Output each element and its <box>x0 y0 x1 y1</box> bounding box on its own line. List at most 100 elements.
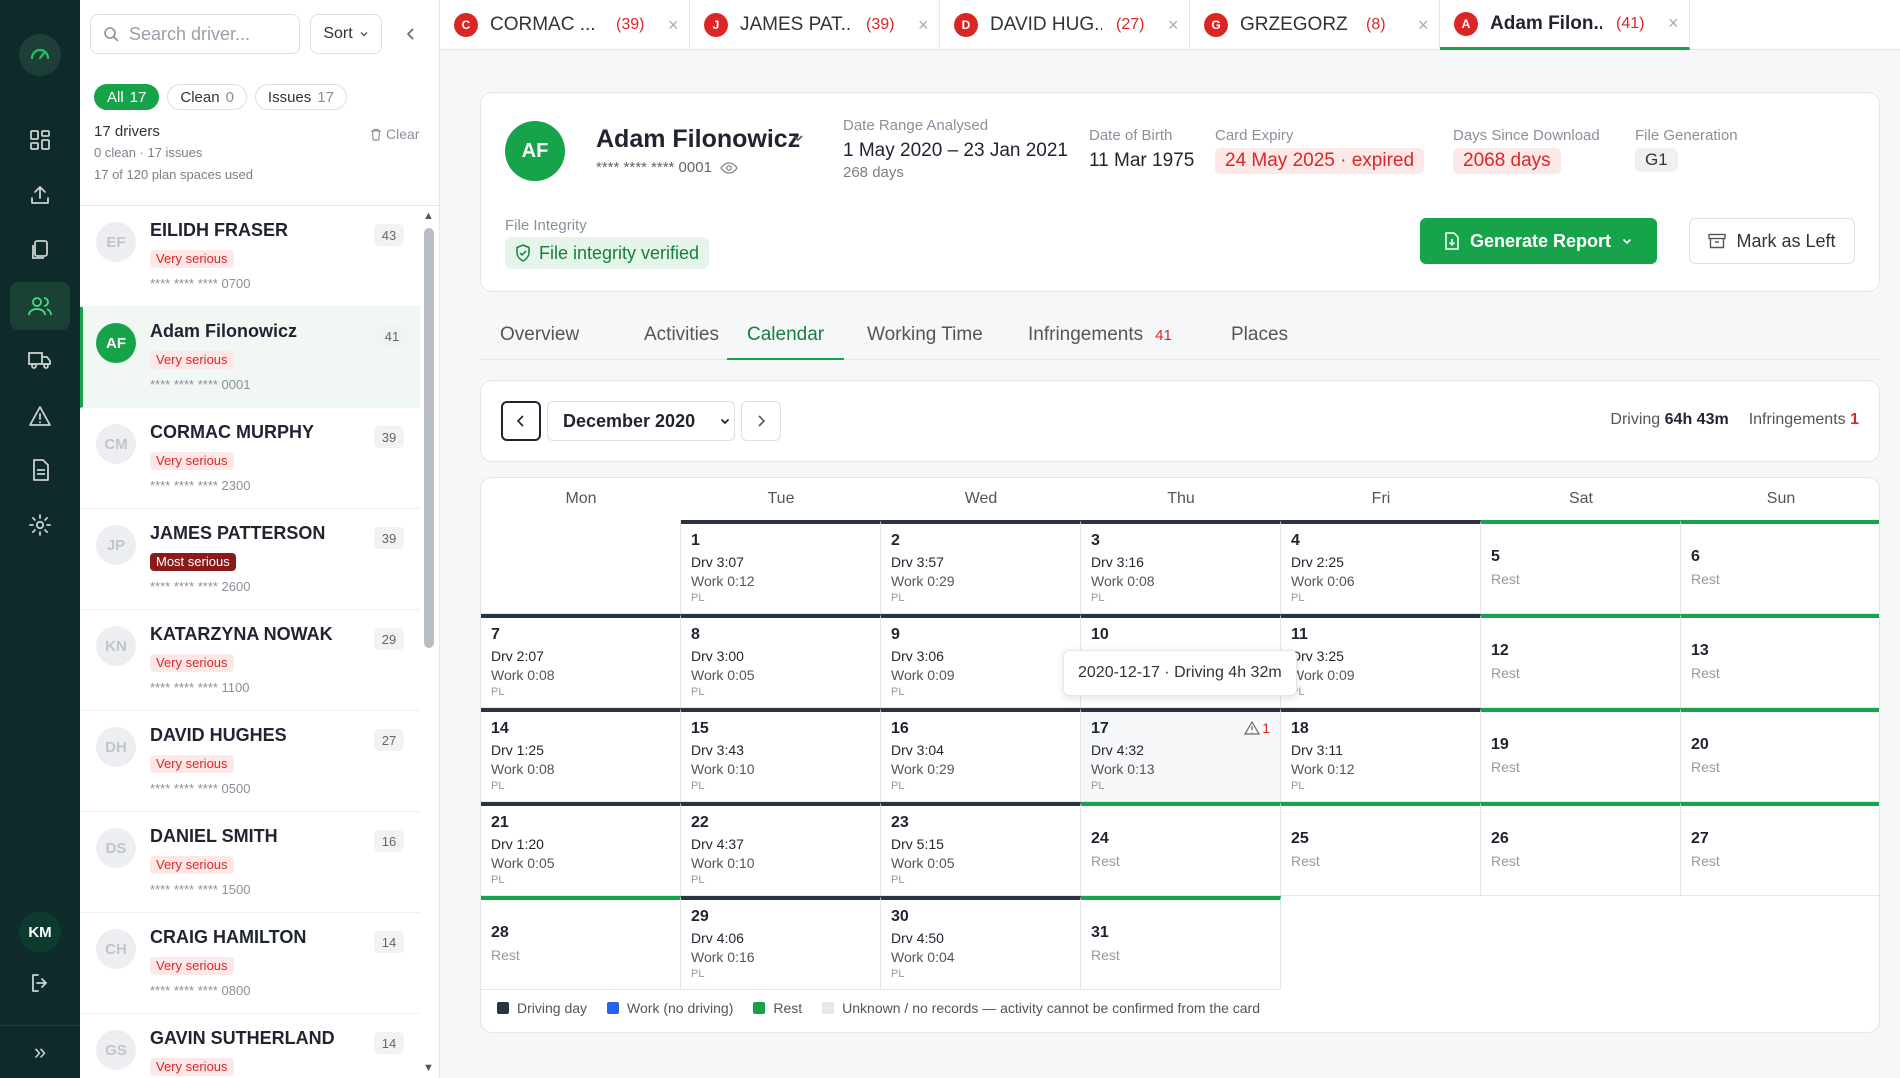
calendar-day-cell[interactable]: 30 Drv 4:50 Work 0:04 PL <box>881 896 1081 990</box>
driver-list-item[interactable]: KN KATARZYNA NOWAK Very serious **** **** *… <box>80 610 420 711</box>
calendar-day-cell[interactable]: 13 Rest <box>1681 614 1879 708</box>
driver-tab[interactable]: J JAMES PAT... (39) × <box>690 0 940 50</box>
driver-tab[interactable]: A Adam Filon... (41) × <box>1440 0 1690 50</box>
sort-button[interactable]: Sort <box>310 14 382 54</box>
calendar-day-cell[interactable]: 28 Rest <box>481 896 681 990</box>
calendar-day-cell[interactable]: 25 Rest <box>1281 802 1481 896</box>
date-range-field: Date Range Analysed 1 May 2020 – 23 Jan … <box>843 117 1068 181</box>
calendar-day-cell[interactable]: 16 Drv 3:04 Work 0:29 PL <box>881 708 1081 802</box>
search-input[interactable] <box>129 23 289 45</box>
logout-button[interactable] <box>10 959 70 1007</box>
nav-dashboard[interactable] <box>10 116 70 164</box>
calendar-day-cell[interactable]: 11 Drv 3:25 Work 0:09 PL <box>1281 614 1481 708</box>
calendar-day-cell[interactable]: 12 Rest <box>1481 614 1681 708</box>
legend-item: Driving day <box>497 1000 587 1016</box>
calendar-day-cell[interactable]: 20 Rest <box>1681 708 1879 802</box>
driver-tab[interactable]: C CORMAC ... (39) × <box>440 0 690 50</box>
nav-files[interactable] <box>10 226 70 274</box>
close-tab-icon[interactable]: × <box>1668 13 1679 34</box>
mark-as-left-button[interactable]: Mark as Left <box>1689 218 1855 264</box>
calendar-day-cell[interactable]: 24 Rest <box>1081 802 1281 896</box>
generate-report-button[interactable]: Generate Report <box>1420 218 1657 264</box>
driver-name[interactable]: Adam Filonowicz <box>596 125 800 154</box>
tab-activities[interactable]: Activities <box>624 324 739 360</box>
driver-list-item[interactable]: CH CRAIG HAMILTON Very serious **** **** **… <box>80 913 420 1014</box>
driver-list-item[interactable]: JP JAMES PATTERSON Most serious **** **** *… <box>80 509 420 610</box>
driver-list-item[interactable]: AF Adam Filonowicz Very serious **** **** *… <box>80 307 420 408</box>
calendar-day-cell[interactable]: 26 Rest <box>1481 802 1681 896</box>
driver-tab[interactable]: G GRZEGORZ ... (8) × <box>1190 0 1440 50</box>
next-month-button[interactable] <box>741 401 781 441</box>
scroll-up-arrow-icon[interactable]: ▲ <box>423 210 434 222</box>
eye-icon[interactable] <box>720 161 738 175</box>
nav-drivers[interactable] <box>10 282 70 330</box>
tab-infringements[interactable]: Infringements 41 <box>1008 324 1192 360</box>
infringement-indicator[interactable]: 1 <box>1244 720 1270 736</box>
calendar-day-cell[interactable]: 18 Drv 3:11 Work 0:12 PL <box>1281 708 1481 802</box>
driver-list-item[interactable]: EF EILIDH FRASER Very serious **** **** ***… <box>80 206 420 307</box>
country-code: PL <box>1091 592 1105 604</box>
close-tab-icon[interactable]: × <box>668 15 679 36</box>
tab-places[interactable]: Places <box>1211 324 1308 360</box>
calendar-day-cell[interactable]: 4 Drv 2:25 Work 0:06 PL <box>1281 520 1481 614</box>
tab-working-time[interactable]: Working Time <box>847 324 1003 360</box>
nav-upload[interactable] <box>10 171 70 219</box>
filter-issues[interactable]: Issues 17 <box>254 84 347 110</box>
app-logo[interactable] <box>19 34 61 76</box>
plan-usage: 17 of 120 plan spaces used <box>94 167 254 182</box>
close-tab-icon[interactable]: × <box>1168 15 1179 36</box>
driver-tab-count: (8) <box>1366 16 1386 33</box>
month-calendar: Mon Tue Wed Thu Fri Sat Sun 1 Drv 3:07 Work 0:12 P… <box>480 477 1880 1033</box>
calendar-day-cell[interactable]: 2 Drv 3:57 Work 0:29 PL <box>881 520 1081 614</box>
calendar-day-cell[interactable]: 19 Rest <box>1481 708 1681 802</box>
clear-button[interactable]: Clear <box>370 126 419 142</box>
expand-rail-button[interactable]: » <box>10 1028 70 1076</box>
driver-list-item[interactable]: DS DANIEL SMITH Very serious **** **** ****… <box>80 812 420 913</box>
files-icon <box>32 240 48 259</box>
stat-label: Driving <box>1610 411 1661 428</box>
driver-switch-button[interactable] <box>791 131 805 150</box>
month-select[interactable]: December 2020 <box>547 401 735 441</box>
nav-settings[interactable] <box>10 501 70 549</box>
calendar-day-cell[interactable]: 22 Drv 4:37 Work 0:10 PL <box>681 802 881 896</box>
filter-all[interactable]: All 17 <box>94 84 160 110</box>
driver-tab[interactable]: D DAVID HUG... (27) × <box>940 0 1190 50</box>
calendar-day-cell[interactable]: 5 Rest <box>1481 520 1681 614</box>
nav-vehicles[interactable] <box>10 336 70 384</box>
calendar-day-cell[interactable]: 23 Drv 5:15 Work 0:05 PL <box>881 802 1081 896</box>
user-avatar[interactable]: KM <box>19 911 61 953</box>
calendar-day-cell[interactable]: 6 Rest <box>1681 520 1879 614</box>
calendar-day-cell[interactable]: 27 Rest <box>1681 802 1879 896</box>
calendar-day-cell[interactable]: 15 Drv 3:43 Work 0:10 PL <box>681 708 881 802</box>
driving-time: Drv 3:16 <box>1091 554 1144 570</box>
close-tab-icon[interactable]: × <box>1418 15 1429 36</box>
previous-month-button[interactable] <box>501 401 541 441</box>
close-tab-icon[interactable]: × <box>918 15 929 36</box>
nav-reports[interactable] <box>10 446 70 494</box>
collapse-sidebar-button[interactable] <box>396 18 426 50</box>
calendar-day-cell[interactable]: 29 Drv 4:06 Work 0:16 PL <box>681 896 881 990</box>
calendar-day-cell[interactable]: 1 Drv 3:07 Work 0:12 PL <box>681 520 881 614</box>
filter-clean[interactable]: Clean 0 <box>167 84 247 110</box>
tab-calendar[interactable]: Calendar <box>727 324 845 360</box>
driver-list-item[interactable]: GSGAVIN SUTHERLANDVery serious**** **** … <box>80 1014 420 1078</box>
driving-time: Drv 1:20 <box>491 836 544 852</box>
calendar-day-cell[interactable]: 14 Drv 1:25 Work 0:08 PL <box>481 708 681 802</box>
calendar-day-cell[interactable]: 9 Drv 3:06 Work 0:09 PL <box>881 614 1081 708</box>
calendar-day-cell[interactable]: 17 Drv 4:32 Work 0:13 PL 1 <box>1081 708 1281 802</box>
scroll-down-arrow-icon[interactable]: ▼ <box>423 1062 434 1074</box>
calendar-day-cell[interactable]: 31 Rest <box>1081 896 1281 990</box>
calendar-day-cell[interactable]: 8 Drv 3:00 Work 0:05 PL <box>681 614 881 708</box>
calendar-day-cell[interactable]: 21 Drv 1:20 Work 0:05 PL <box>481 802 681 896</box>
nav-alerts[interactable] <box>10 392 70 440</box>
tab-overview[interactable]: Overview <box>480 324 599 360</box>
driver-list-item[interactable]: CM CORMAC MURPHY Very serious **** **** ***… <box>80 408 420 509</box>
calendar-day-cell[interactable]: 7 Drv 2:07 Work 0:08 PL <box>481 614 681 708</box>
work-time: Work 0:04 <box>891 949 955 965</box>
scrollbar-thumb[interactable] <box>424 228 434 648</box>
calendar-day-cell[interactable]: 3 Drv 3:16 Work 0:08 PL <box>1081 520 1281 614</box>
driver-list-item[interactable]: DH DAVID HUGHES Very serious **** **** ****… <box>80 711 420 812</box>
country-code: PL <box>691 592 705 604</box>
infringement-count: 39 <box>374 426 404 448</box>
search-box[interactable] <box>90 14 300 54</box>
